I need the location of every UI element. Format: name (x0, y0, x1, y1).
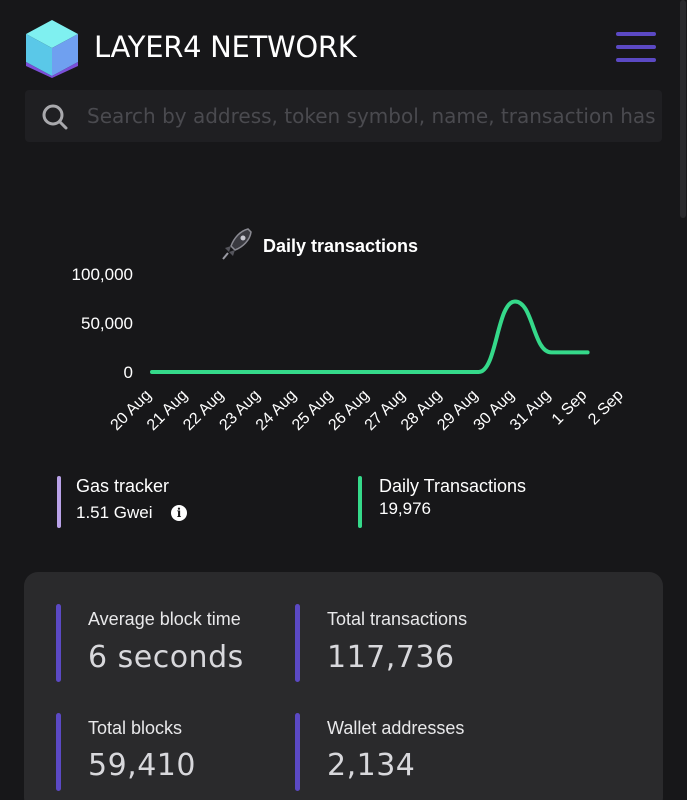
total-transactions-bar (295, 604, 300, 682)
page-scrollbar[interactable] (680, 0, 686, 218)
search-icon (42, 104, 68, 130)
y-tick-label: 100,000 (72, 265, 133, 284)
network-stats-card: Average block time 6 seconds Total trans… (24, 572, 663, 800)
average-block-time-label: Average block time (88, 609, 241, 629)
info-icon[interactable]: i (171, 505, 187, 521)
daily-transactions-value: 19,976 (379, 499, 431, 518)
wallet-addresses-label: Wallet addresses (327, 718, 465, 738)
total-blocks-bar (56, 713, 61, 791)
average-block-time-bar (56, 604, 61, 682)
y-tick-label: 50,000 (81, 314, 133, 333)
wallet-addresses-bar (295, 713, 300, 791)
hamburger-menu-icon[interactable] (616, 30, 658, 64)
x-tick-label: 1 Sep (549, 387, 591, 429)
x-tick-label: 2 Sep (585, 387, 627, 429)
gas-tracker-bar (57, 476, 61, 528)
search-bar[interactable] (25, 90, 662, 142)
total-blocks-label: Total blocks (88, 718, 183, 738)
daily-transactions-label: Daily Transactions (379, 476, 527, 496)
brand-title[interactable]: LAYER4 NETWORK (94, 30, 357, 64)
gas-tracker-label: Gas tracker (76, 476, 170, 496)
series-line (150, 299, 590, 374)
cube-logo-icon[interactable] (24, 18, 80, 78)
x-tick-label: 31 Aug (507, 387, 554, 434)
daily-transactions-chart: 100,00050,000020 Aug21 Aug22 Aug23 Aug24… (72, 265, 627, 434)
y-tick-label: 0 (124, 363, 133, 382)
total-blocks-value: 59,410 (88, 748, 196, 783)
search-input[interactable] (87, 90, 657, 142)
gas-tracker-value: 1.51 Gwei (76, 503, 153, 522)
wallet-addresses-value: 2,134 (327, 748, 416, 783)
daily-transactions-bar (358, 476, 362, 528)
total-transactions-label: Total transactions (327, 609, 468, 629)
average-block-time-value: 6 seconds (88, 640, 244, 675)
total-transactions-value: 117,736 (327, 640, 455, 675)
